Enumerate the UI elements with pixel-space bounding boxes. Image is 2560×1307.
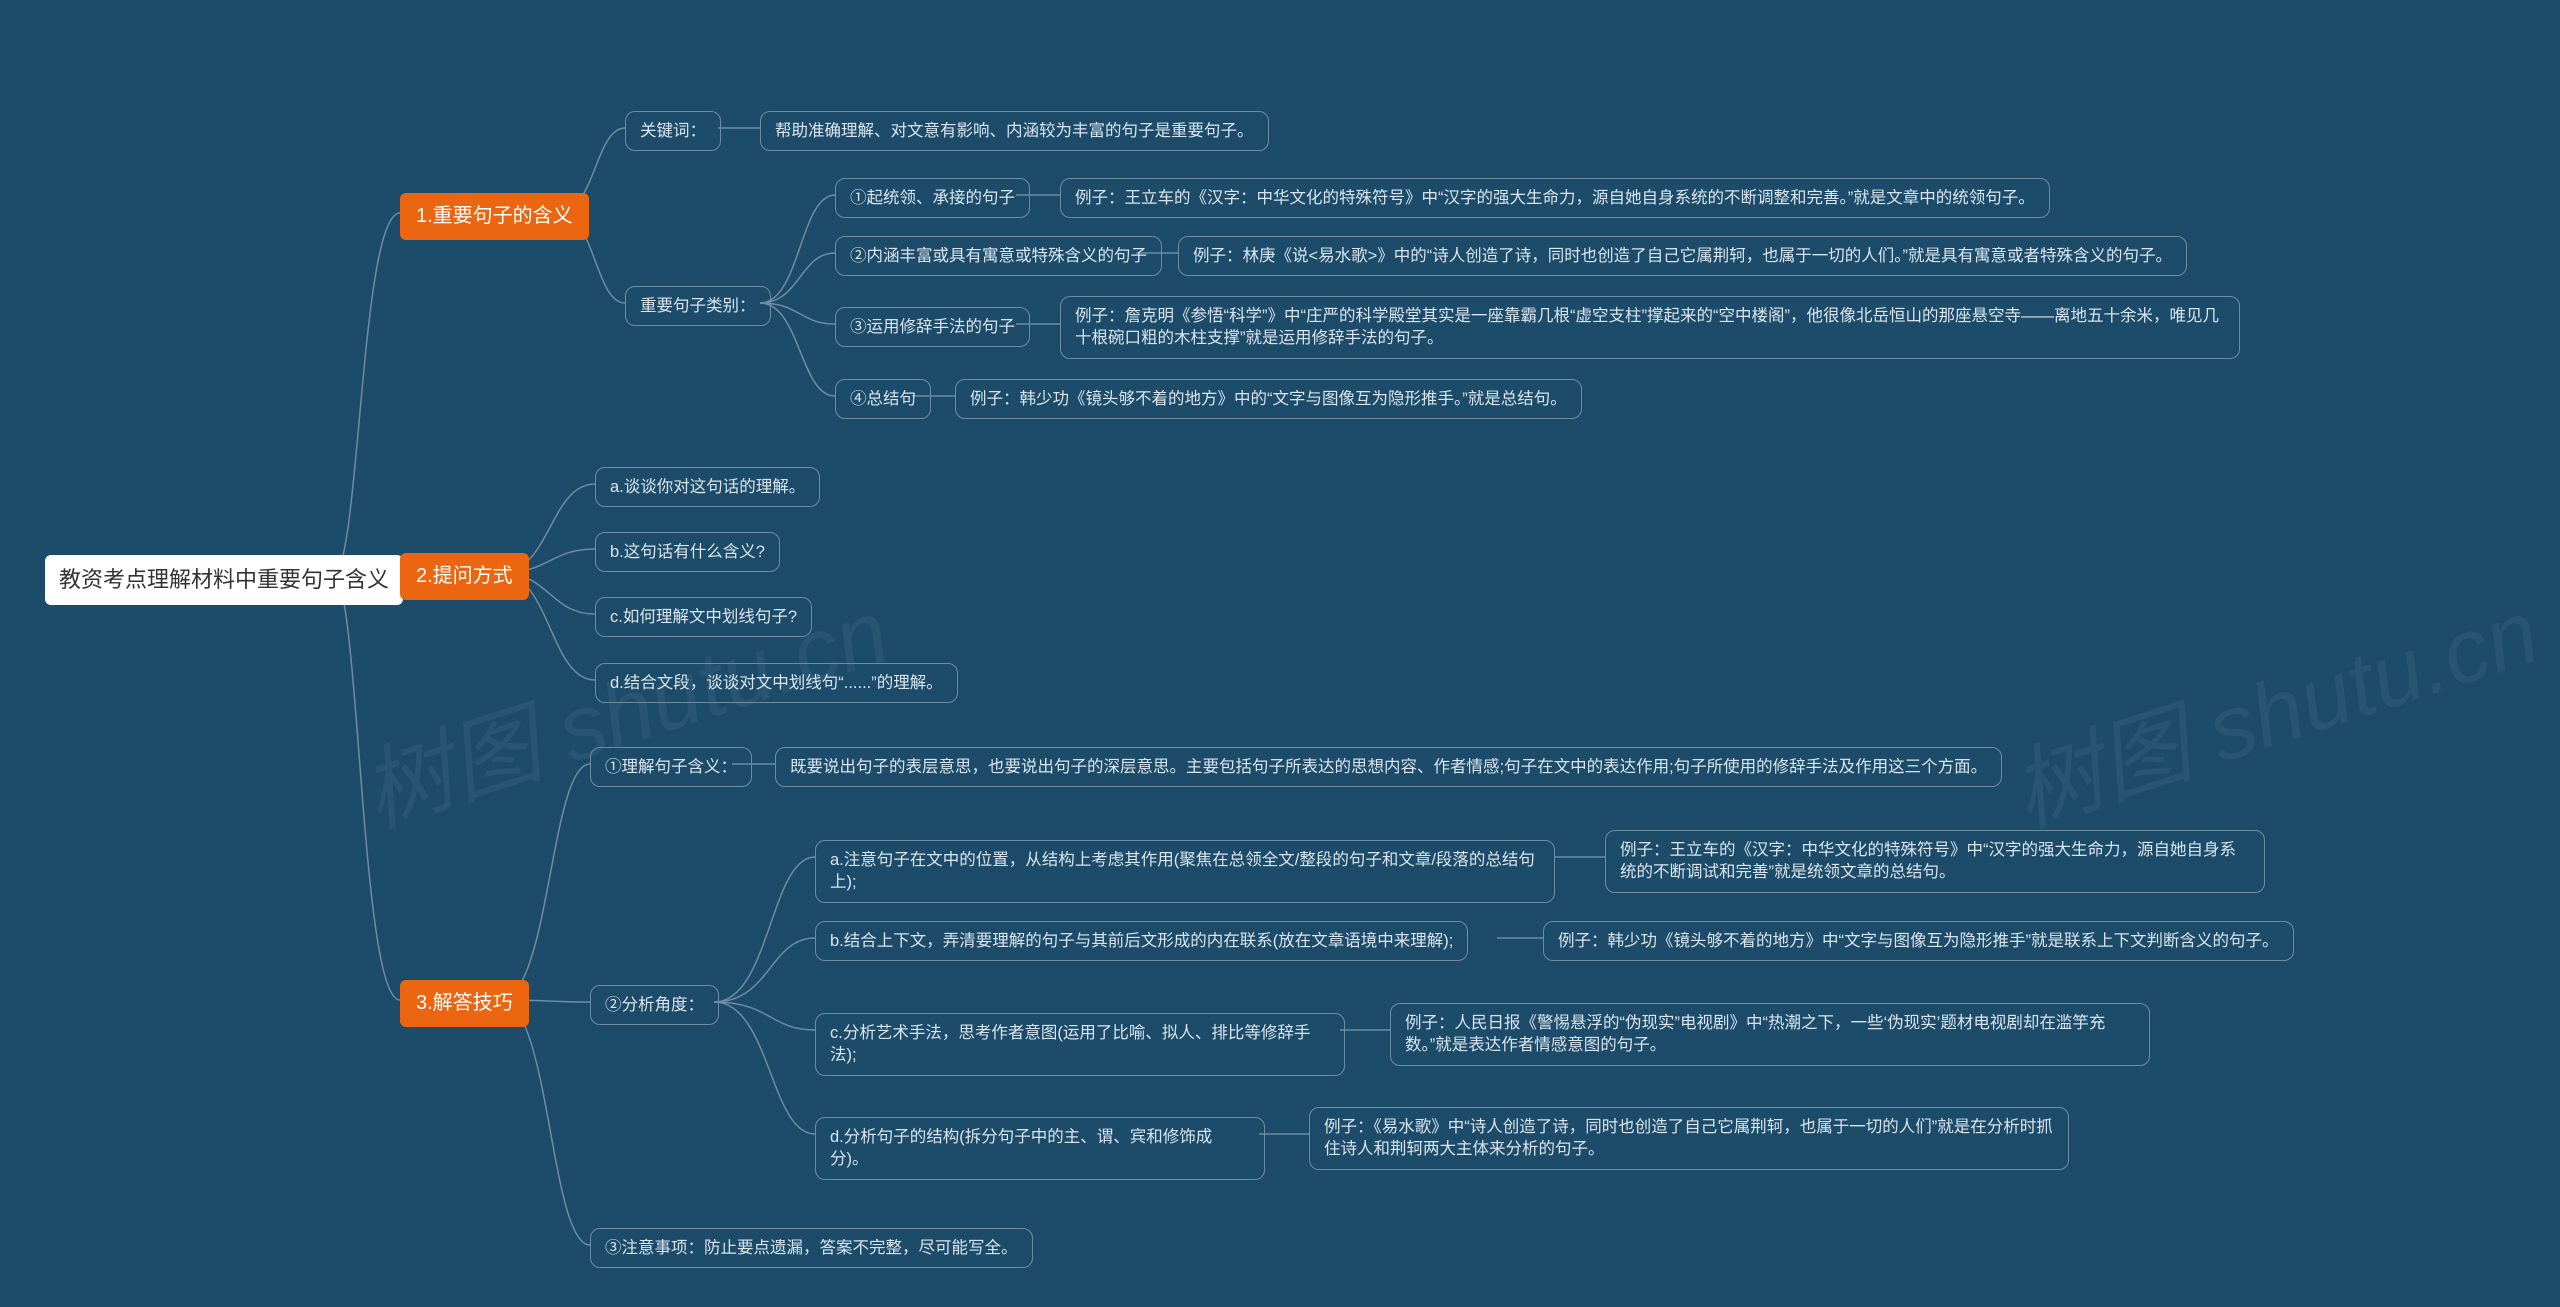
b2-a[interactable]: a.谈谈你对这句话的理解。 — [595, 467, 820, 507]
b3-analysis[interactable]: ②分析角度： — [590, 985, 719, 1025]
b1-type-1[interactable]: ①起统领、承接的句子 — [835, 178, 1030, 218]
b1-keyword[interactable]: 关键词： — [625, 111, 721, 151]
branch-3[interactable]: 3.解答技巧 — [400, 980, 529, 1027]
b1-type-4[interactable]: ④总结句 — [835, 379, 931, 419]
b1-type-3-ex[interactable]: 例子：詹克明《参悟“科学”》中“庄严的科学殿堂其实是一座靠霸几根“虚空支柱”撑起… — [1060, 296, 2240, 359]
b1-keyword-desc[interactable]: 帮助准确理解、对文意有影响、内涵较为丰富的句子是重要句子。 — [760, 111, 1269, 151]
b1-type-2-ex[interactable]: 例子：林庚《说<易水歌>》中的“诗人创造了诗，同时也创造了自己它属荆轲，也属于一… — [1178, 236, 2187, 276]
b1-type-4-ex[interactable]: 例子：韩少功《镜头够不着的地方》中的“文字与图像互为隐形推手。”就是总结句。 — [955, 379, 1582, 419]
b3-notice[interactable]: ③注意事项：防止要点遗漏，答案不完整，尽可能写全。 — [590, 1228, 1033, 1268]
b3-d[interactable]: d.分析句子的结构(拆分句子中的主、谓、宾和修饰成分)。 — [815, 1117, 1265, 1180]
branch-1[interactable]: 1.重要句子的含义 — [400, 193, 589, 240]
b1-category[interactable]: 重要句子类别： — [625, 286, 771, 326]
root-node[interactable]: 教资考点理解材料中重要句子含义 — [45, 555, 403, 605]
b3-a[interactable]: a.注意句子在文中的位置，从结构上考虑其作用(聚焦在总领全文/整段的句子和文章/… — [815, 840, 1555, 903]
b3-meaning-desc[interactable]: 既要说出句子的表层意思，也要说出句子的深层意思。主要包括句子所表达的思想内容、作… — [775, 747, 2002, 787]
branch-2[interactable]: 2.提问方式 — [400, 553, 529, 600]
b2-b[interactable]: b.这句话有什么含义? — [595, 532, 780, 572]
b3-b[interactable]: b.结合上下文，弄清要理解的句子与其前后文形成的内在联系(放在文章语境中来理解)… — [815, 921, 1468, 961]
b2-c[interactable]: c.如何理解文中划线句子? — [595, 597, 812, 637]
b3-c[interactable]: c.分析艺术手法，思考作者意图(运用了比喻、拟人、排比等修辞手法); — [815, 1013, 1345, 1076]
b2-d[interactable]: d.结合文段，谈谈对文中划线句“......”的理解。 — [595, 663, 958, 703]
b3-c-ex[interactable]: 例子：人民日报《警惕悬浮的“伪现实”电视剧》中“热潮之下，一些‘伪现实’题材电视… — [1390, 1003, 2150, 1066]
b3-b-ex[interactable]: 例子：韩少功《镜头够不着的地方》中“文字与图像互为隐形推手”就是联系上下文判断含… — [1543, 921, 2294, 961]
b1-type-2[interactable]: ②内涵丰富或具有寓意或特殊含义的句子 — [835, 236, 1162, 276]
b1-type-1-ex[interactable]: 例子：王立车的《汉字：中华文化的特殊符号》中“汉字的强大生命力，源自她自身系统的… — [1060, 178, 2050, 218]
mindmap-canvas: 树图 shutu.cn 树图 shutu.cn — [0, 0, 2560, 1307]
watermark: 树图 shutu.cn — [1993, 559, 2552, 851]
b3-d-ex[interactable]: 例子：《易水歌》中“诗人创造了诗，同时也创造了自己它属荆轲，也属于一切的人们”就… — [1309, 1107, 2069, 1170]
b3-a-ex[interactable]: 例子：王立车的《汉字：中华文化的特殊符号》中“汉字的强大生命力，源自她自身系统的… — [1605, 830, 2265, 893]
b3-meaning[interactable]: ①理解句子含义： — [590, 747, 752, 787]
b1-type-3[interactable]: ③运用修辞手法的句子 — [835, 307, 1030, 347]
